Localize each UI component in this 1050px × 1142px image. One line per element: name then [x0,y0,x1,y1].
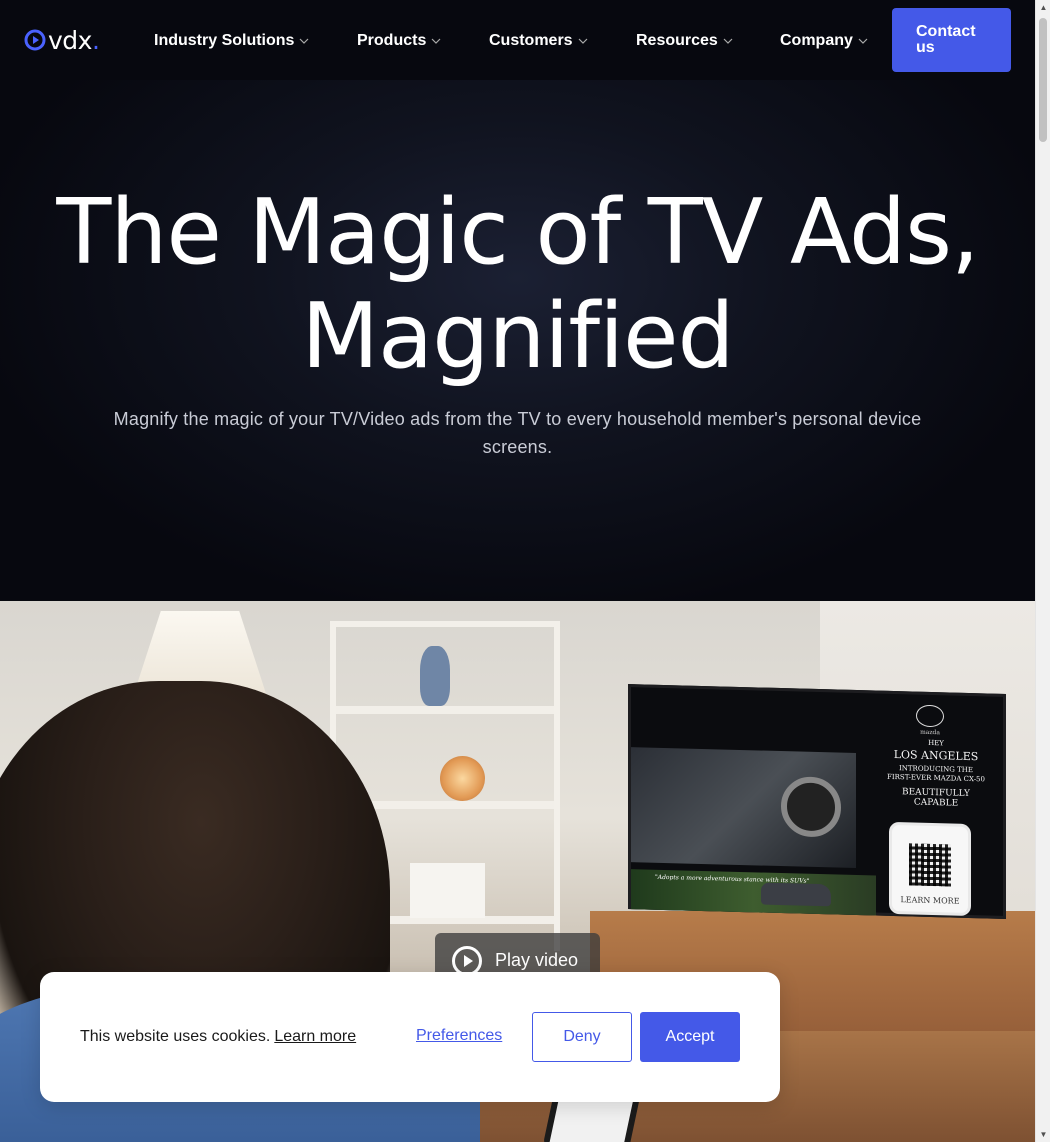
chevron-down-icon [858,38,868,44]
page-scrollbar[interactable]: ▲ ▼ [1035,0,1050,1142]
top-navigation: vdx.tv Industry Solutions Products Custo… [0,0,1035,344]
qr-code [909,843,951,887]
vase [420,646,450,706]
tv-car-video [631,747,856,869]
cookie-message: This website uses cookies. Learn more [80,1028,357,1045]
learn-more-link[interactable]: Learn more [274,1028,356,1045]
tv-phone-mockup: LEARN MORE [889,821,971,917]
chevron-down-icon [300,38,309,44]
preferences-link[interactable]: Preferences [416,1027,502,1045]
car-image [761,882,831,907]
tv-ad-strip: "Adopts a more adventurous stance with i… [631,869,876,916]
table-lamp [440,756,485,801]
chevron-down-icon [431,38,441,44]
contact-us-button[interactable]: Contact us [892,8,1011,72]
cookie-banner: This website uses cookies. Learn more Pre… [40,972,780,1102]
scroll-thumb[interactable] [1039,18,1047,142]
logo-text: vdx.tv [48,26,1030,344]
nav-item-products[interactable]: Products [357,31,441,51]
chevron-down-icon [578,38,588,44]
shelf [336,706,554,714]
play-video-label: Play video [495,950,579,970]
shelf-box [410,863,485,918]
hero-subtitle: Magnify the magic of your TV/Video ads f… [113,409,922,457]
mazda-logo-icon [916,704,944,728]
page: vdx.tv Industry Solutions Products Custo… [0,0,1035,1142]
play-circle-icon [24,29,46,51]
chevron-down-icon [723,38,733,44]
wheel-image [781,776,841,838]
nav-item-customers[interactable]: Customers [489,31,588,51]
hero-section: The Magic of TV Ads, Magnified Magnify t… [0,80,1035,601]
television: "Adopts a more adventurous stance with i… [628,684,1006,919]
accept-button[interactable]: Accept [640,1012,740,1062]
nav-item-resources[interactable]: Resources [636,31,733,51]
hero-title: The Magic of TV Ads, Magnified [56,180,979,389]
nav-item-industry-solutions[interactable]: Industry Solutions [154,31,309,51]
deny-button[interactable]: Deny [532,1012,632,1062]
nav-item-company[interactable]: Company [780,31,868,51]
scroll-down-arrow-icon[interactable]: ▼ [1036,1127,1050,1142]
scroll-up-arrow-icon[interactable]: ▲ [1036,0,1050,15]
vdx-logo[interactable]: vdx.tv [24,26,1030,344]
